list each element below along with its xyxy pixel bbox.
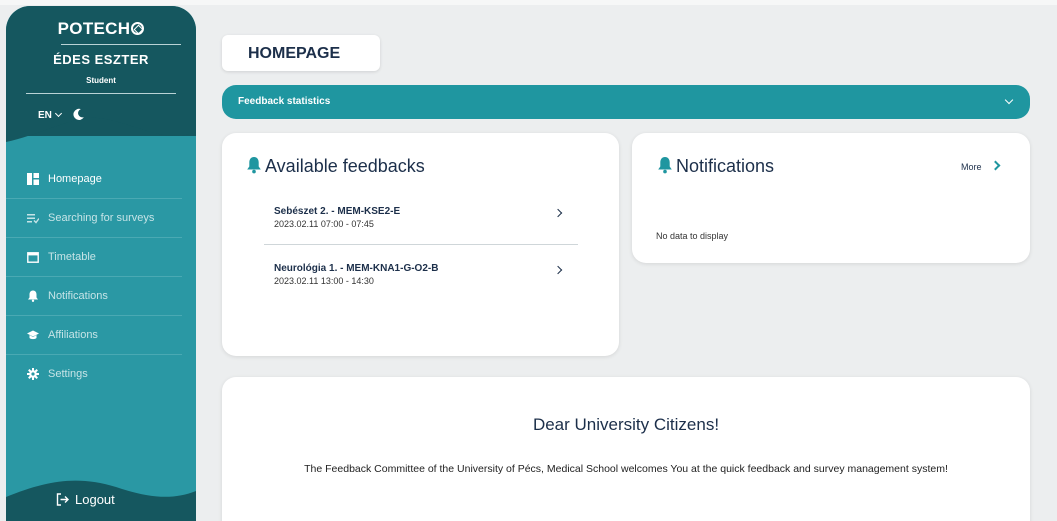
more-link[interactable]: More bbox=[961, 162, 982, 172]
dashboard-icon bbox=[27, 173, 39, 185]
bell-icon bbox=[28, 290, 38, 302]
graduation-cap-icon bbox=[27, 330, 39, 340]
sidebar-item-timetable[interactable]: Timetable bbox=[6, 238, 182, 277]
bell-icon bbox=[658, 157, 672, 174]
empty-state-text: No data to display bbox=[656, 231, 729, 241]
logout-icon bbox=[56, 493, 69, 506]
welcome-title: Dear University Citizens! bbox=[532, 415, 720, 434]
sidebar-item-notifications[interactable]: Notifications bbox=[6, 277, 182, 316]
available-feedbacks-card: Available feedbacks Sebészet 2. - MEM-KS… bbox=[222, 133, 619, 356]
sidebar: POTECH ÉDES ESZTER Student EN Homepage S… bbox=[6, 6, 196, 521]
header-wave bbox=[6, 102, 196, 142]
language-selector[interactable]: EN bbox=[38, 109, 62, 121]
logout-button[interactable]: Logout bbox=[56, 492, 115, 507]
sidebar-item-settings[interactable]: Settings bbox=[6, 355, 182, 394]
sidebar-item-searching-for-surveys[interactable]: Searching for surveys bbox=[6, 199, 182, 238]
calendar-icon bbox=[27, 252, 39, 263]
user-name: ÉDES ESZTER bbox=[53, 52, 149, 67]
chevron-right-icon[interactable] bbox=[990, 160, 1001, 171]
divider bbox=[264, 244, 578, 245]
sidebar-item-label: Settings bbox=[48, 368, 88, 380]
feedback-item[interactable]: Sebészet 2. - MEM-KSE2-E 2023.02.11 07:0… bbox=[264, 206, 579, 246]
dark-mode-moon-icon[interactable] bbox=[72, 108, 85, 121]
divider bbox=[61, 44, 181, 45]
notifications-card: Notifications More No data to display bbox=[632, 133, 1030, 263]
sidebar-item-label: Searching for surveys bbox=[48, 212, 155, 224]
divider bbox=[26, 93, 176, 94]
notifications-title: Notifications bbox=[657, 156, 774, 177]
chevron-right-icon bbox=[553, 208, 563, 218]
chevron-down-icon bbox=[1004, 95, 1014, 105]
sidebar-item-label: Timetable bbox=[48, 251, 96, 263]
chevron-down-icon bbox=[54, 109, 62, 118]
welcome-card: Dear University Citizens! The Feedback C… bbox=[222, 377, 1030, 521]
brand-mark-icon bbox=[131, 22, 145, 35]
page-title-box: HOMEPAGE bbox=[222, 35, 380, 71]
top-strip bbox=[0, 0, 1057, 5]
brand-name: POTECH bbox=[57, 19, 131, 38]
available-feedbacks-title: Available feedbacks bbox=[246, 156, 425, 177]
sidebar-item-homepage[interactable]: Homepage bbox=[6, 160, 182, 199]
bell-icon bbox=[247, 157, 261, 174]
sidebar-item-label: Affiliations bbox=[48, 329, 98, 341]
feedback-item[interactable]: Neurológia 1. - MEM-KNA1-G-O2-B 2023.02.… bbox=[264, 263, 579, 303]
sidebar-item-affiliations[interactable]: Affiliations bbox=[6, 316, 182, 355]
feedback-time: 2023.02.11 07:00 - 07:45 bbox=[274, 219, 374, 229]
sidebar-item-label: Notifications bbox=[48, 290, 108, 302]
chevron-right-icon bbox=[553, 265, 563, 275]
feedback-time: 2023.02.11 13:00 - 14:30 bbox=[274, 276, 374, 286]
logout-label: Logout bbox=[75, 492, 115, 507]
brand-logo[interactable]: POTECH bbox=[6, 19, 196, 39]
sidebar-item-label: Homepage bbox=[48, 173, 102, 185]
card-title-text: Notifications bbox=[676, 156, 775, 176]
feedback-title: Neurológia 1. - MEM-KNA1-G-O2-B bbox=[274, 263, 439, 274]
welcome-text: The Feedback Committee of the University… bbox=[304, 463, 948, 475]
sidebar-menu: Homepage Searching for surveys Timetable… bbox=[6, 160, 196, 394]
feedback-title: Sebészet 2. - MEM-KSE2-E bbox=[274, 206, 401, 217]
language-value: EN bbox=[38, 110, 52, 121]
gear-icon bbox=[27, 368, 39, 380]
user-role: Student bbox=[86, 76, 116, 85]
search-list-icon bbox=[27, 214, 39, 224]
page-title: HOMEPAGE bbox=[248, 45, 341, 62]
feedback-statistics-accordion[interactable]: Feedback statistics bbox=[222, 85, 1030, 119]
feedback-statistics-label: Feedback statistics bbox=[238, 96, 331, 107]
card-title-text: Available feedbacks bbox=[265, 156, 425, 176]
